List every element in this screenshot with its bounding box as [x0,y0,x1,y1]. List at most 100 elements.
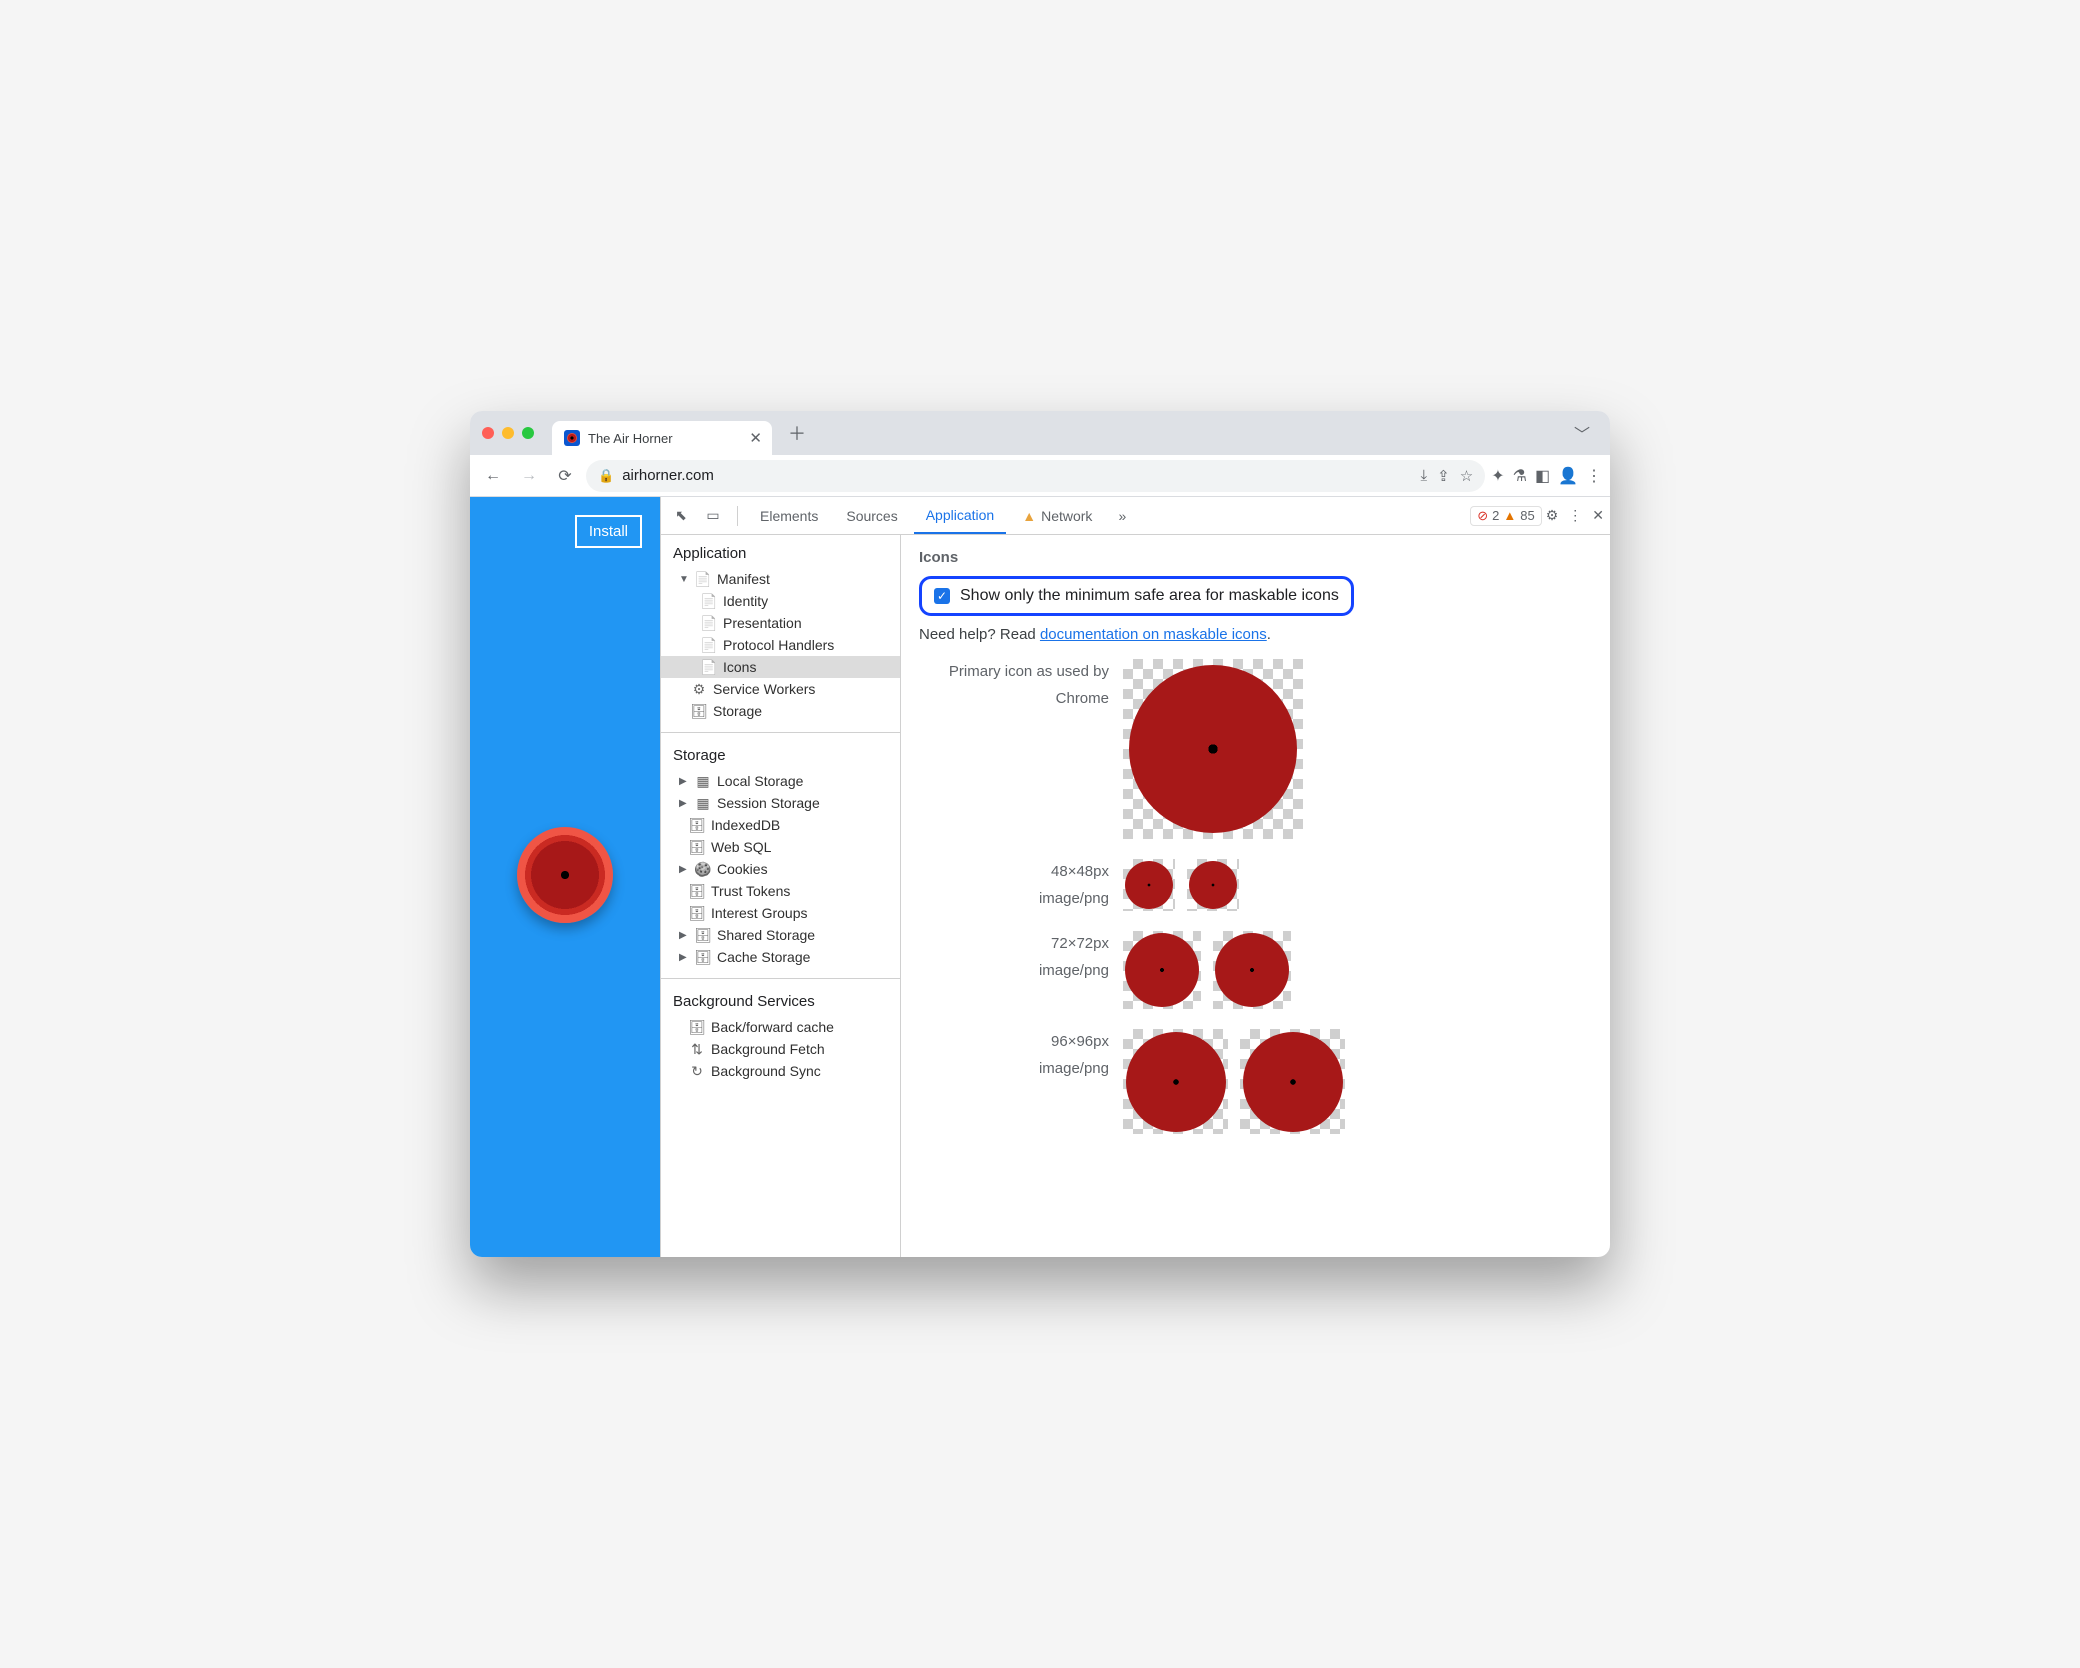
warning-icon: ▲ [1022,508,1036,524]
database-icon [689,905,705,921]
tab-application[interactable]: Application [914,497,1007,534]
icon-row-48: 48×48px image/png [919,859,1592,911]
sidebar-item-cache-storage[interactable]: ▶Cache Storage [661,946,900,968]
forward-button[interactable]: → [514,461,544,491]
sidebar-item-trust-tokens[interactable]: Trust Tokens [661,880,900,902]
inspect-element-icon[interactable]: ⬉ [667,502,695,530]
maximize-window-icon[interactable] [522,427,534,439]
sidebar-item-icons[interactable]: Icons [661,656,900,678]
sidebar-item-protocol-handlers[interactable]: Protocol Handlers [661,634,900,656]
tab-list-chevron-icon[interactable]: ﹀ [1566,421,1598,445]
file-icon [701,637,717,653]
sidebar-item-bfcache[interactable]: Back/forward cache [661,1016,900,1038]
lock-icon[interactable]: 🔒 [598,468,614,484]
sidebar-item-indexeddb[interactable]: IndexedDB [661,814,900,836]
sidebar-item-shared-storage[interactable]: ▶Shared Storage [661,924,900,946]
grid-icon [695,773,711,789]
side-panel-icon[interactable]: ◧ [1535,466,1550,486]
database-icon [695,949,711,965]
titlebar: The Air Horner ✕ ＋ ﹀ [470,411,1610,455]
icons-panel: Icons ✓ Show only the minimum safe area … [901,535,1610,1257]
sidebar-item-service-workers[interactable]: Service Workers [661,678,900,700]
cookie-icon [695,861,711,877]
omnibox-actions: ⤓ ⇪ ☆ [1421,467,1474,485]
tab-sources[interactable]: Sources [834,497,909,534]
reload-button[interactable]: ⟳ [550,461,580,491]
sidebar-item-manifest[interactable]: ▼Manifest [661,568,900,590]
extension-icons: ✦ ⚗ ◧ 👤 ⋮ [1491,466,1602,486]
address-bar[interactable]: 🔒 airhorner.com ⤓ ⇪ ☆ [586,460,1485,492]
icon-row-primary: Primary icon as used by Chrome [919,659,1592,839]
sidebar-item-web-sql[interactable]: Web SQL [661,836,900,858]
sidebar-item-presentation[interactable]: Presentation [661,612,900,634]
app-icon [1243,1032,1343,1132]
section-storage: Storage [661,737,900,770]
app-icon [1215,933,1289,1007]
devtools-kebab-icon[interactable]: ⋮ [1568,507,1582,524]
database-icon [689,817,705,833]
sidebar-item-background-sync[interactable]: Background Sync [661,1060,900,1082]
labs-flask-icon[interactable]: ⚗ [1513,466,1527,486]
close-tab-icon[interactable]: ✕ [749,429,762,447]
sidebar-item-storage[interactable]: Storage [661,700,900,722]
icon-preview-72-a [1123,931,1201,1009]
app-icon [1126,1032,1226,1132]
sidebar-item-background-fetch[interactable]: Background Fetch [661,1038,900,1060]
tab-title: The Air Horner [588,431,673,446]
profile-avatar-icon[interactable]: 👤 [1558,466,1578,486]
warning-count: 85 [1520,508,1534,523]
issue-counter[interactable]: ⊘2 ▲85 [1470,506,1541,526]
install-button[interactable]: Install [575,515,642,548]
sidebar-item-session-storage[interactable]: ▶Session Storage [661,792,900,814]
database-icon [689,1019,705,1035]
device-toggle-icon[interactable]: ▭ [699,502,727,530]
file-icon [701,593,717,609]
separator [737,506,738,526]
url-host: airhorner.com [622,467,714,484]
close-window-icon[interactable] [482,427,494,439]
tab-elements[interactable]: Elements [748,497,830,534]
application-sidebar: Application ▼Manifest Identity Presentat… [661,535,901,1257]
back-button[interactable]: ← [478,461,508,491]
window-controls [482,427,534,439]
primary-icon-label-2: Chrome [919,690,1109,707]
mime-label: image/png [919,890,1109,907]
maskable-docs-link[interactable]: documentation on maskable icons [1040,626,1267,643]
minimize-window-icon[interactable] [502,427,514,439]
checkbox-checked-icon[interactable]: ✓ [934,588,950,604]
browser-tab[interactable]: The Air Horner ✕ [552,421,772,455]
app-icon [1189,861,1237,909]
settings-gear-icon[interactable]: ⚙ [1546,507,1559,524]
sidebar-item-interest-groups[interactable]: Interest Groups [661,902,900,924]
share-icon[interactable]: ⇪ [1437,467,1450,485]
sidebar-item-local-storage[interactable]: ▶Local Storage [661,770,900,792]
kebab-menu-icon[interactable]: ⋮ [1586,466,1602,486]
database-icon [689,883,705,899]
database-icon [695,927,711,943]
new-tab-button[interactable]: ＋ [780,420,814,446]
sidebar-item-cookies[interactable]: ▶Cookies [661,858,900,880]
chrome-browser-window: The Air Horner ✕ ＋ ﹀ ← → ⟳ 🔒 airhorner.c… [470,411,1610,1257]
tab-network[interactable]: ▲Network [1010,497,1104,534]
close-devtools-icon[interactable]: ✕ [1592,507,1604,524]
maskable-safe-area-toggle[interactable]: ✓ Show only the minimum safe area for ma… [919,576,1354,616]
icon-row-96: 96×96px image/png [919,1029,1592,1134]
airhorn-icon[interactable] [517,827,613,923]
more-tabs-icon[interactable]: » [1108,502,1136,530]
browser-toolbar: ← → ⟳ 🔒 airhorner.com ⤓ ⇪ ☆ ✦ ⚗ ◧ 👤 ⋮ [470,455,1610,497]
workspace: Install ⬉ ▭ Elements Sources Application… [470,497,1610,1257]
bookmark-star-icon[interactable]: ☆ [1460,467,1473,485]
size-label-48: 48×48px [919,863,1109,880]
section-application: Application [661,535,900,568]
mime-label: image/png [919,1060,1109,1077]
devtools-body: Application ▼Manifest Identity Presentat… [661,535,1610,1257]
section-background-services: Background Services [661,983,900,1016]
icon-row-72: 72×72px image/png [919,931,1592,1009]
icon-preview-primary [1123,659,1303,839]
extensions-puzzle-icon[interactable]: ✦ [1491,466,1504,486]
install-pwa-icon[interactable]: ⤓ [1421,467,1428,485]
mime-label: image/png [919,962,1109,979]
grid-icon [695,795,711,811]
database-icon [689,839,705,855]
sidebar-item-identity[interactable]: Identity [661,590,900,612]
